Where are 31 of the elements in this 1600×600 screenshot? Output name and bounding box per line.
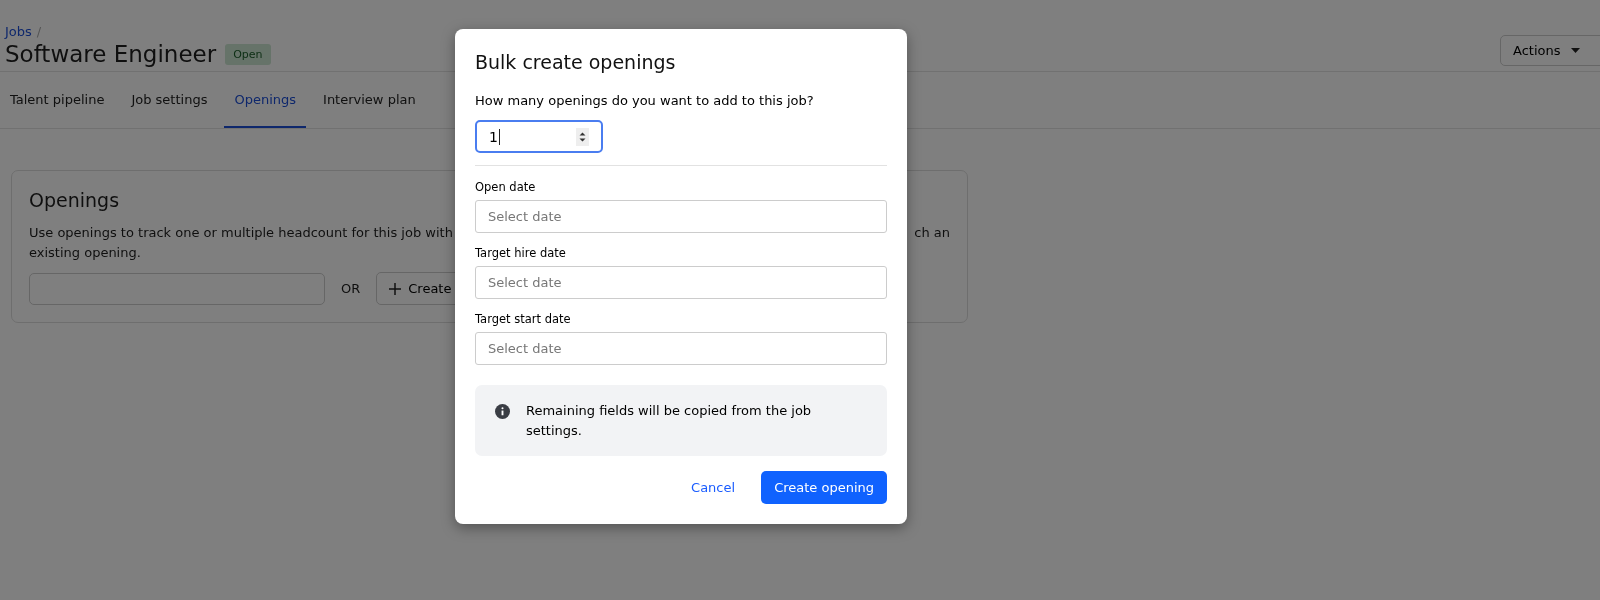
date-field[interactable]: Select date <box>475 200 887 233</box>
field-label: Target start date <box>475 312 572 326</box>
create-opening-button[interactable]: Create opening <box>761 471 887 504</box>
card-description: existing opening. <box>29 245 141 260</box>
number-field[interactable]: 1 <box>475 120 603 153</box>
breadcrumb-separator: / <box>36 24 42 39</box>
or-label: OR <box>341 281 361 296</box>
caret-icon <box>1570 47 1580 53</box>
date-field[interactable]: Select date <box>475 266 887 299</box>
date-field[interactable]: Select date <box>475 332 887 365</box>
status-badge: Open <box>225 43 271 65</box>
tab[interactable]: Interview plan <box>313 72 426 128</box>
card-description: ch an <box>914 224 950 242</box>
tab[interactable]: Openings <box>224 72 307 128</box>
field-label: Open date <box>475 180 537 194</box>
cancel-button[interactable]: Cancel <box>685 479 742 496</box>
field-label: Target hire date <box>475 246 567 260</box>
stepper-icon[interactable] <box>576 127 589 146</box>
card-title: Openings <box>29 189 121 211</box>
question-text: How many openings do you want to add to this job? <box>475 93 815 108</box>
info-icon <box>495 404 510 419</box>
plus-icon <box>389 282 402 295</box>
actions-button[interactable]: Actions <box>1500 34 1600 66</box>
breadcrumb-link[interactable]: Jobs <box>5 24 32 39</box>
tab[interactable]: Job settings <box>121 72 218 128</box>
card-description: Use openings to track one or multiple headcount for this job with <box>29 224 453 242</box>
page-title: Software Engineer <box>5 41 217 67</box>
modal-title: Bulk create openings <box>475 51 677 73</box>
info-text: Remaining fields will be copied from the job settings. <box>526 402 813 440</box>
tab[interactable]: Talent pipeline <box>0 72 115 128</box>
opening-search-field[interactable] <box>29 272 325 305</box>
